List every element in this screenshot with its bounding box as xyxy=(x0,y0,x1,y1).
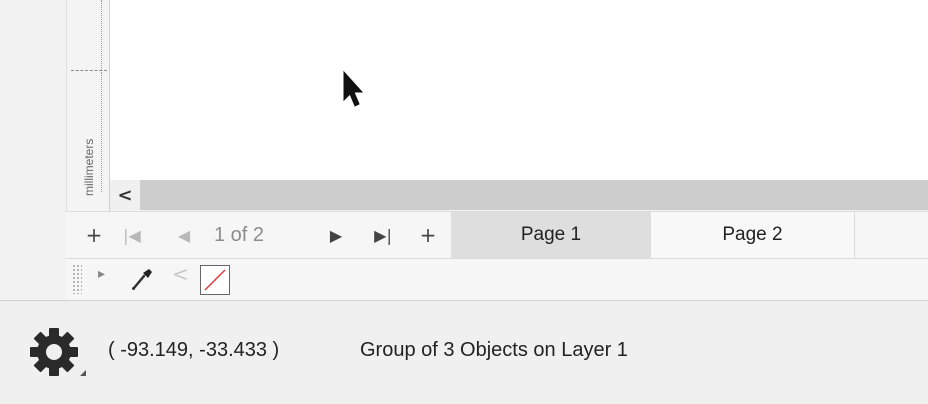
add-page-after-button[interactable]: + xyxy=(414,211,442,259)
tab-page-2[interactable]: Page 2 xyxy=(651,212,855,258)
previous-page-button[interactable]: ◀ xyxy=(170,211,198,259)
pointer-cursor-icon xyxy=(343,70,364,107)
eyedropper-icon[interactable] xyxy=(130,266,154,292)
palette-grip-handle[interactable] xyxy=(72,264,82,294)
first-page-button[interactable]: |◀ xyxy=(118,211,146,259)
triangle-right-icon: ▶ xyxy=(329,225,343,245)
scrollbar-thumb[interactable] xyxy=(140,180,928,210)
triangle-left-icon: ◀ xyxy=(177,225,191,245)
gear-icon[interactable] xyxy=(28,324,88,384)
no-fill-icon xyxy=(204,269,226,291)
left-gutter xyxy=(0,0,66,300)
color-palette xyxy=(66,259,928,300)
no-color-swatch[interactable] xyxy=(200,265,230,295)
palette-expand-icon[interactable]: ▸ xyxy=(98,266,105,282)
last-page-icon: ▶| xyxy=(374,225,392,245)
last-page-button[interactable]: ▶| xyxy=(366,211,400,259)
ruler-tick xyxy=(101,72,102,192)
next-page-button[interactable]: ▶ xyxy=(322,211,350,259)
first-page-icon: |◀ xyxy=(123,225,141,245)
page-counter[interactable]: 1 of 2 xyxy=(214,211,264,259)
ruler-tick xyxy=(101,0,102,70)
plus-icon: + xyxy=(85,223,103,247)
ruler-unit-label: millimeters xyxy=(82,138,96,196)
chevron-left-icon: < xyxy=(117,184,133,206)
plus-icon: + xyxy=(419,223,437,247)
drawing-page[interactable] xyxy=(110,0,928,180)
add-page-before-button[interactable]: + xyxy=(80,211,108,259)
selection-status-message: Group of 3 Objects on Layer 1 xyxy=(360,339,628,361)
ruler-major-tick xyxy=(71,70,107,71)
scroll-left-button[interactable]: < xyxy=(110,180,140,210)
palette-scroll-left-icon[interactable]: < xyxy=(172,262,189,286)
tab-page-1[interactable]: Page 1 xyxy=(451,212,651,258)
cursor-coordinates: ( -93.149, -33.433 ) xyxy=(108,339,280,361)
